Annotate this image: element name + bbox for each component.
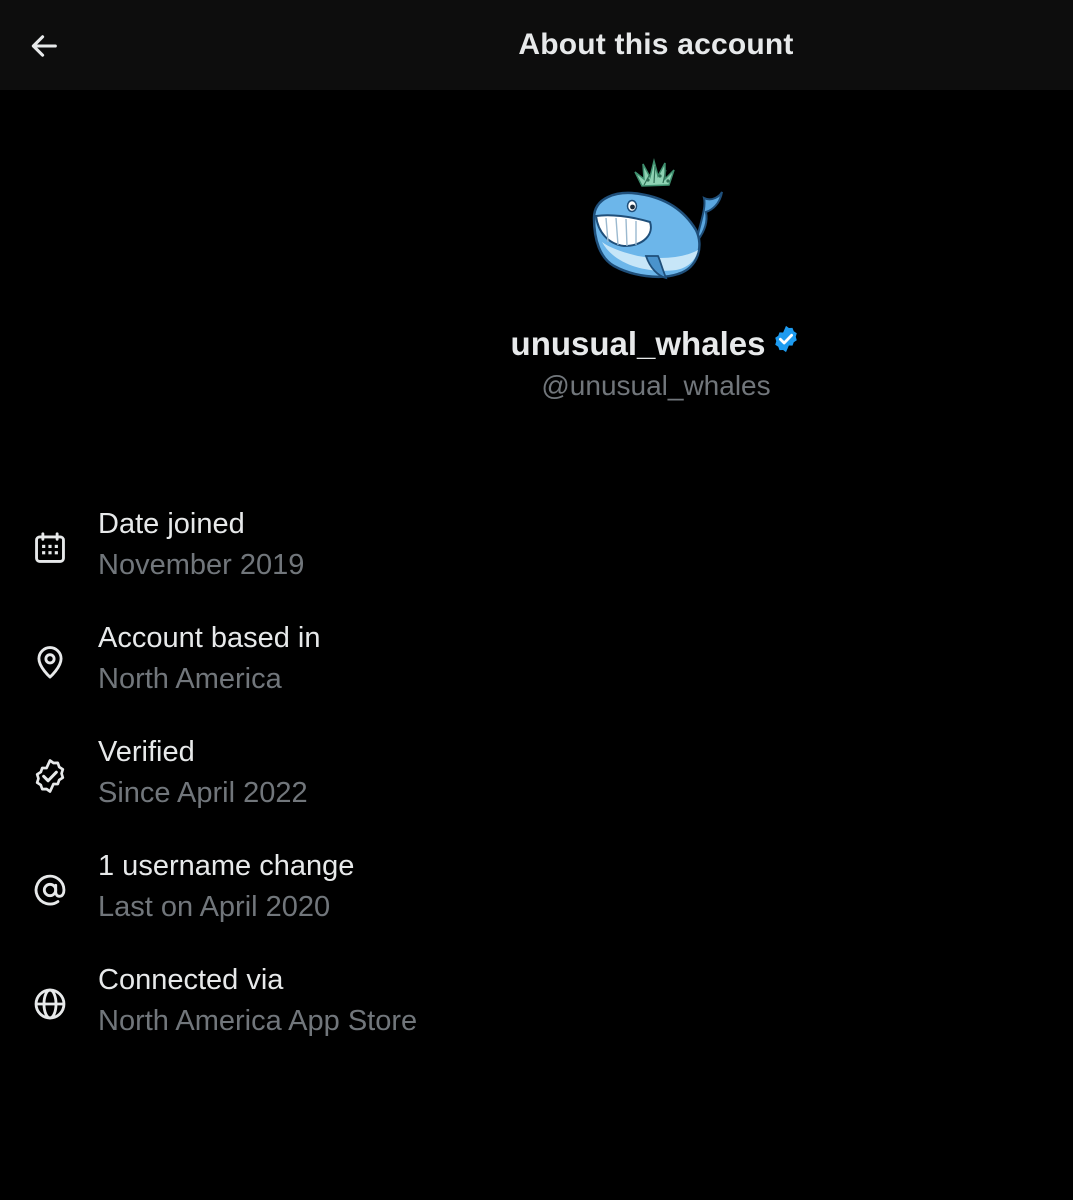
whale-avatar-icon — [592, 158, 723, 280]
info-label: Account based in — [98, 622, 321, 654]
location-pin-icon — [29, 641, 71, 683]
info-value: Since April 2022 — [98, 777, 308, 809]
globe-icon — [29, 983, 71, 1025]
page-title: About this account — [518, 28, 794, 61]
spout-icon — [634, 158, 675, 187]
info-label: Verified — [98, 736, 195, 768]
info-value: Last on April 2020 — [98, 891, 331, 923]
info-label: Connected via — [98, 964, 284, 996]
display-name: unusual_whales — [510, 325, 766, 362]
avatar[interactable] — [580, 152, 730, 292]
calendar-icon — [29, 527, 71, 569]
info-item-username-change: 1 username change Last on April 2020 — [0, 842, 1073, 938]
info-item-connected-via: Connected via North America App Store — [0, 956, 1073, 1052]
profile-handle: @unusual_whales — [541, 370, 771, 401]
info-label: 1 username change — [98, 850, 355, 882]
info-value: North America — [98, 663, 282, 695]
info-value: November 2019 — [98, 549, 305, 581]
info-item-verified: Verified Since April 2022 — [0, 728, 1073, 824]
info-value: North America App Store — [98, 1005, 418, 1037]
verified-badge-icon — [771, 321, 801, 365]
profile-name-row: unusual_whales — [0, 322, 1073, 366]
info-item-account-based-in: Account based in North America — [0, 614, 1073, 710]
info-item-date-joined: Date joined November 2019 — [0, 500, 1073, 596]
verified-badge-icon — [29, 755, 71, 797]
info-label: Date joined — [98, 508, 245, 540]
top-bar: About this account — [0, 0, 1073, 90]
at-sign-icon — [29, 869, 71, 911]
